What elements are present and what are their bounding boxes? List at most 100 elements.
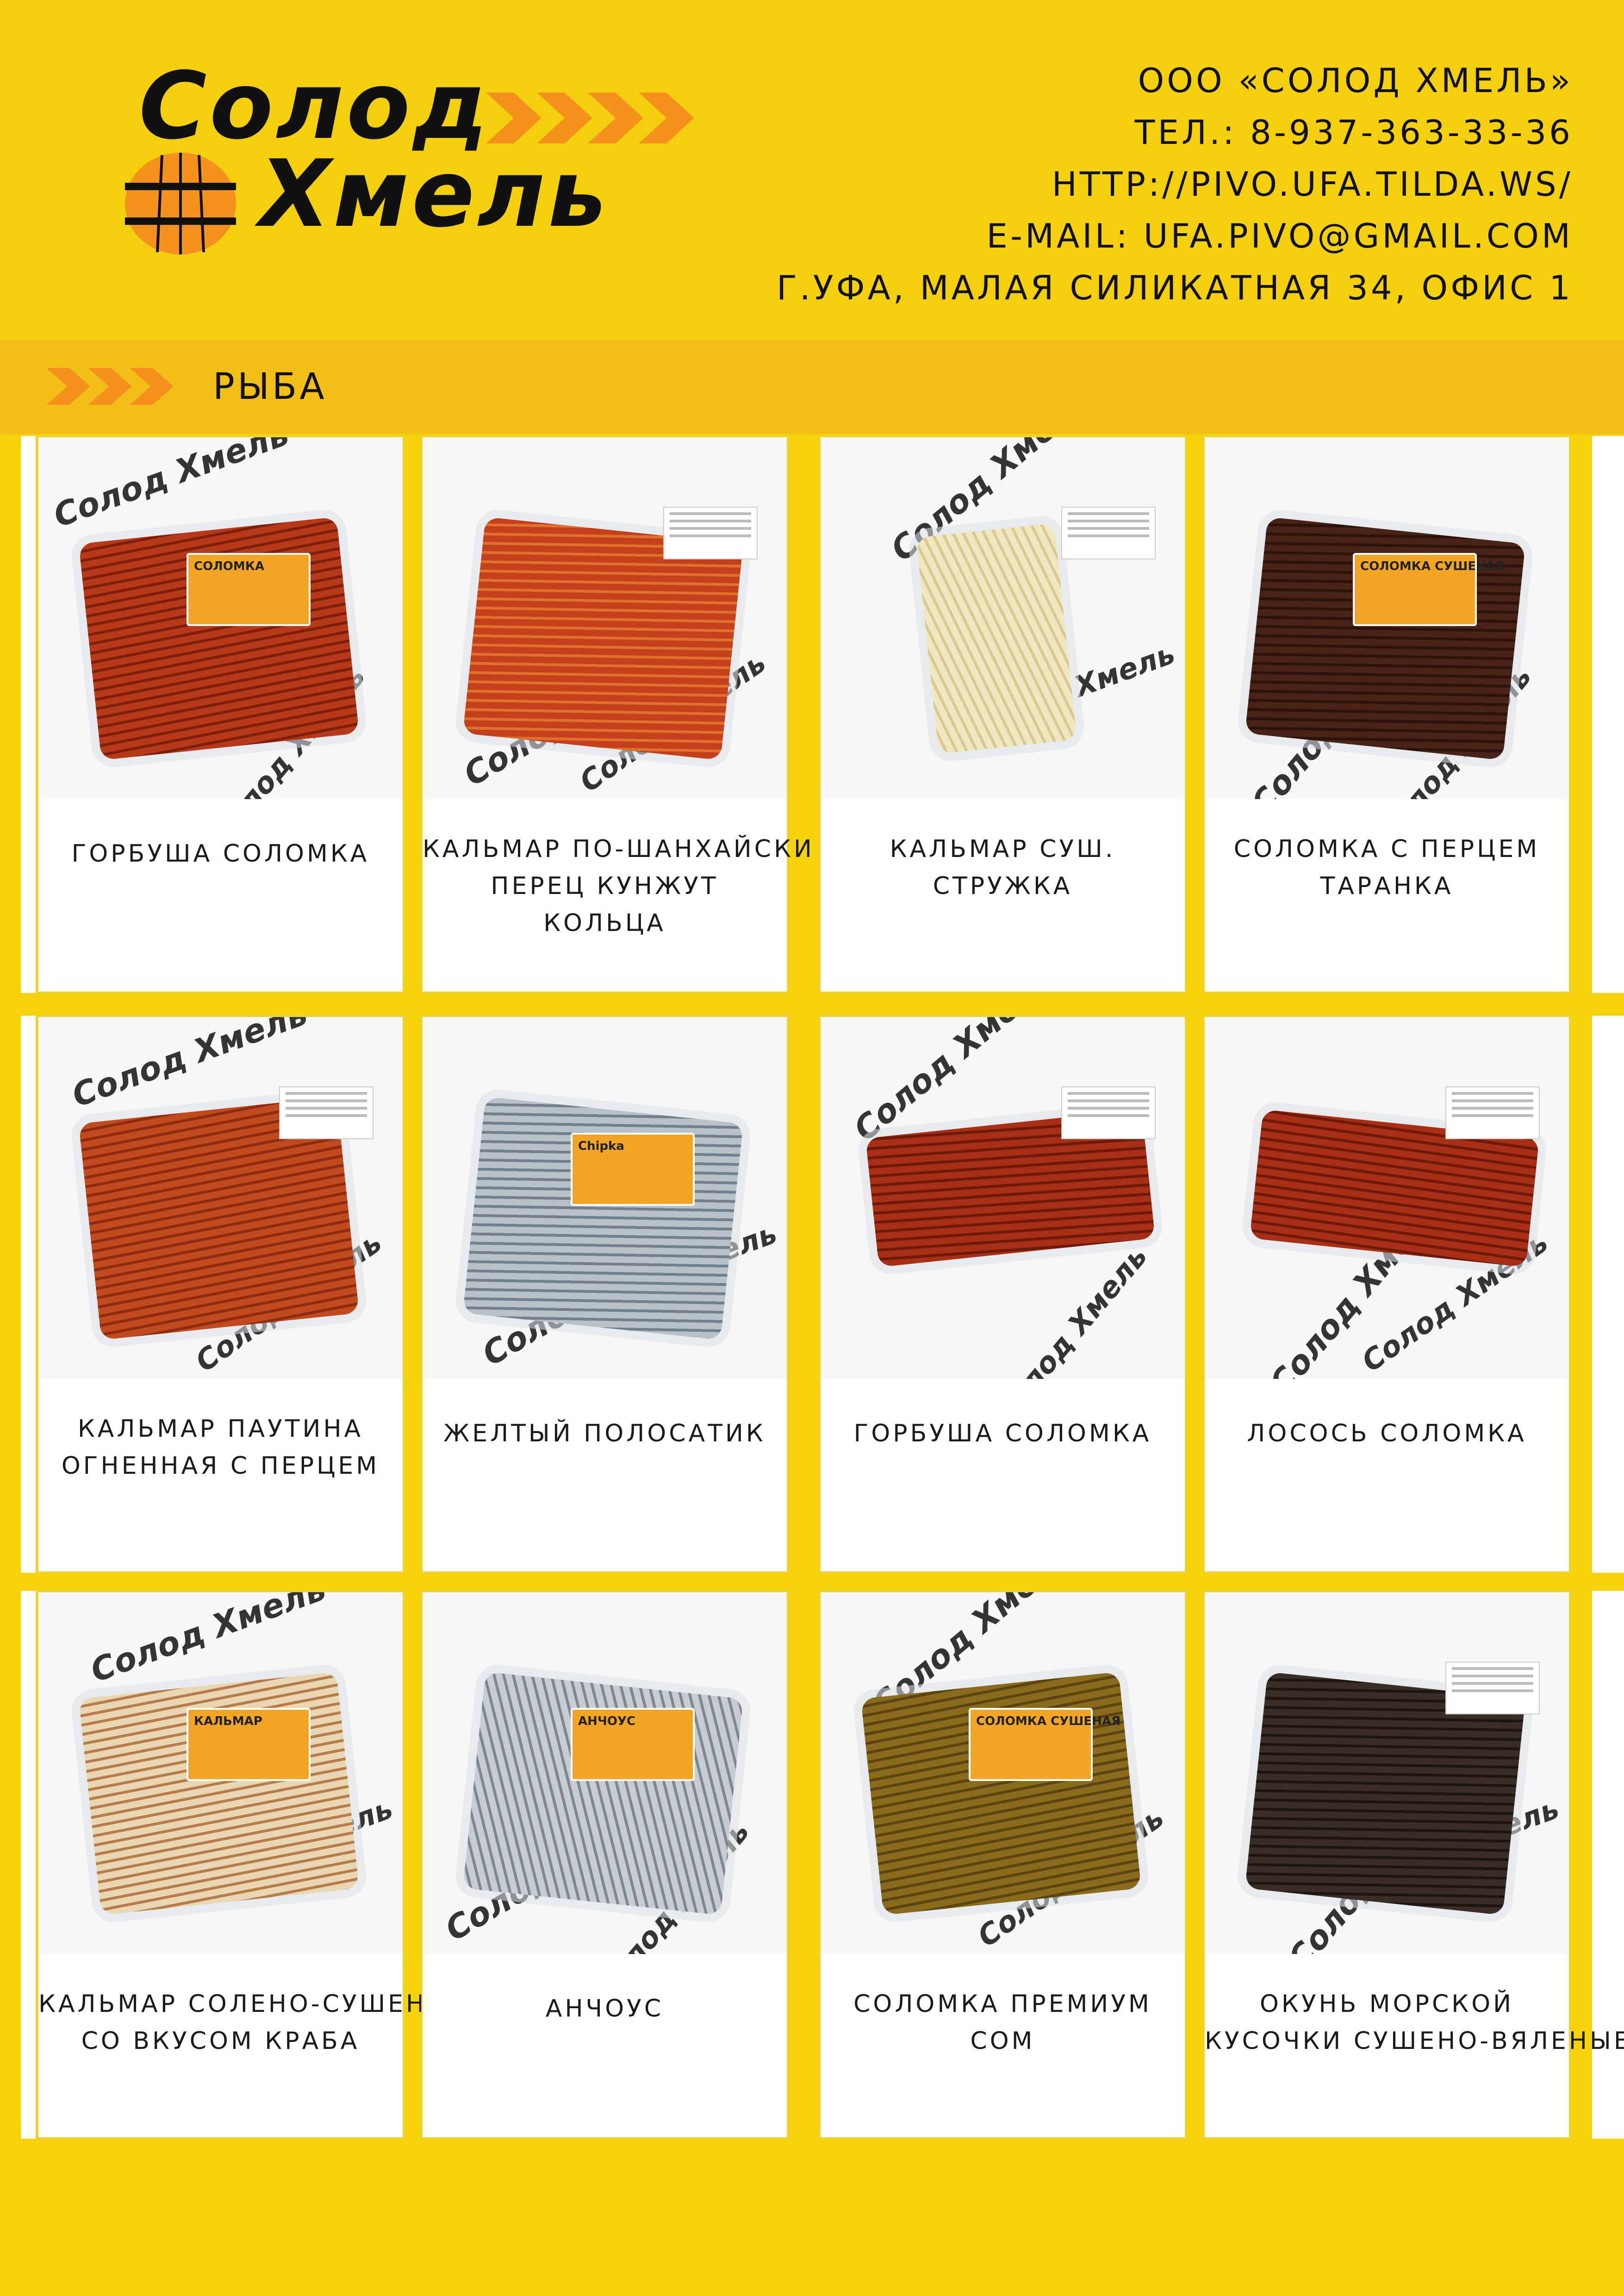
product-name-line: ЖЕЛТЫЙ ПОЛОСАТИК	[443, 1420, 766, 1447]
watermark-logo: Солод Хмель	[67, 1017, 312, 1115]
product-name: КАЛЬМАР СОЛЕНО-СУШЕНЫЙ СО ВКУСОМ КРАБА	[38, 1986, 472, 2060]
side-strip	[21, 1016, 36, 1573]
product-name-line: АНЧОУС	[545, 1995, 664, 2023]
product-name-line: ОГНЕННАЯ С ПЕРЦЕМ	[61, 1452, 380, 1480]
product-card[interactable]: Солод ХмельСолод Хмель КАЛЬМАР ПАУТИНА ОГН…	[37, 1016, 404, 1573]
package-label-text: АНЧОУС	[578, 1714, 636, 1728]
product-card[interactable]: Солод ХмельСолод ХмельКАЛЬМАРКАЛЬМАР СОЛ…	[37, 1591, 472, 2139]
section-bar: РЫБА	[0, 339, 1624, 434]
package-sticker	[663, 507, 758, 559]
barrel-icon	[125, 153, 236, 254]
product-name-line: КАЛЬМАР СУШ.	[890, 835, 1116, 863]
product-name: СОЛОМКА ПРЕМИУМ СОМ	[821, 1986, 1185, 2060]
product-name-line: КУСОЧКИ СУШЕНО-ВЯЛЕНЫЕ	[1205, 2027, 1624, 2055]
phone-number[interactable]: ТЕЛ.: 8-937-363-33-36	[777, 110, 1573, 155]
chevron-arrows-icon	[486, 93, 694, 143]
package-label: СОЛОМКА	[187, 553, 311, 626]
section-title: РЫБА	[213, 366, 327, 408]
product-name-line: СО ВКУСОМ КРАБА	[81, 2027, 360, 2055]
product-name-line: КАЛЬМАР ПАУТИНА	[77, 1415, 364, 1443]
website-link[interactable]: HTTP://PIVO.UFA.TILDA.WS/	[777, 161, 1573, 207]
product-name-line: ЛОСОСЬ СОЛОМКА	[1247, 1420, 1527, 1447]
package-label-text: СОЛОМКА СУШЕНАЯ	[1360, 559, 1505, 573]
header: Солод Хмель ООО «СОЛОД ХМЕЛЬ» ТЕЛ.: 8-93…	[0, 0, 1624, 338]
package-sticker	[1061, 1086, 1156, 1139]
side-strip	[1592, 436, 1624, 993]
product-photo: Солод ХмельСолод ХмельСОЛОМКА СУШЕНАЯ	[1205, 437, 1569, 799]
brand-logo[interactable]: Солод Хмель	[116, 51, 694, 268]
product-name: КАЛЬМАР ПО-ШАНХАЙСКИ ПЕРЕЦ КУНЖУТ КОЛЬЦА	[423, 831, 815, 942]
product-name-line: СОЛОМКА С ПЕРЦЕМ	[1233, 835, 1540, 863]
product-name-line: ГОРБУША СОЛОМКА	[71, 840, 370, 868]
package-label-text: Chipka	[578, 1139, 624, 1153]
product-name: ГОРБУША СОЛОМКА	[38, 835, 403, 872]
product-name-line: ГОРБУША СОЛОМКА	[853, 1420, 1152, 1447]
package-label: СОЛОМКА СУШЕНАЯ	[1353, 553, 1505, 626]
logo-word-2: Хмель	[259, 140, 610, 248]
product-photo: Солод ХмельСолод Хмель	[821, 437, 1185, 799]
company-name: ООО «СОЛОД ХМЕЛЬ»	[1138, 61, 1573, 100]
product-package	[916, 523, 1077, 754]
product-card[interactable]: Солод ХмельСолод ХмельСОЛОМКАГОРБУША СОЛ…	[37, 436, 404, 993]
package-label: СОЛОМКА СУШЕНАЯ	[969, 1708, 1120, 1781]
email-link[interactable]: E-MAIL: UFA.PIVO@GMAIL.COM	[777, 213, 1573, 259]
product-card[interactable]: Солод ХмельСолод Хмель ОКУНЬ МОРСКОЙ КУСОЧ…	[1203, 1591, 1624, 2139]
product-card[interactable]: Солод ХмельСолод ХмельСОЛОМКА СУШЕНАЯСОЛ…	[819, 1591, 1186, 2139]
product-name-line: ТАРАНКА	[1320, 872, 1454, 900]
package-sticker	[1445, 1662, 1540, 1714]
product-grid: Солод ХмельСолод ХмельСОЛОМКАГОРБУША СОЛ…	[0, 436, 1624, 2139]
product-name: КАЛЬМАР СУШ. СТРУЖКА	[821, 831, 1185, 905]
package-sticker	[279, 1086, 373, 1139]
product-name-line: СОЛОМКА ПРЕМИУМ	[853, 1990, 1152, 2018]
product-name: ГОРБУША СОЛОМКА	[821, 1415, 1185, 1452]
watermark-logo: Солод Хмель	[987, 1239, 1154, 1379]
package-label-text: СОЛОМКА СУШЕНАЯ	[976, 1714, 1121, 1728]
package-label-text: КАЛЬМАР	[194, 1714, 262, 1728]
package-label: АНЧОУС	[571, 1708, 695, 1781]
product-name-line: КАЛЬМАР ПО-ШАНХАЙСКИ	[423, 835, 815, 863]
product-name-line: СТРУЖКА	[933, 872, 1073, 900]
watermark-logo: Солод Хмель	[86, 1592, 331, 1690]
product-name-line: ОКУНЬ МОРСКОЙ	[1259, 1990, 1514, 2018]
package-sticker	[1445, 1086, 1540, 1139]
product-name: ЖЕЛТЫЙ ПОЛОСАТИК	[423, 1415, 787, 1452]
logo-word-1: Солод	[139, 52, 491, 160]
product-name: СОЛОМКА С ПЕРЦЕМ ТАРАНКА	[1205, 831, 1569, 905]
product-name: КАЛЬМАР ПАУТИНА ОГНЕННАЯ С ПЕРЦЕМ	[38, 1410, 403, 1484]
chevron-arrows-icon	[46, 368, 174, 405]
package-sticker	[1061, 507, 1156, 559]
product-photo: Солод ХмельСолод ХмельChipka	[423, 1017, 787, 1379]
product-photo: Солод ХмельСолод Хмель	[38, 1017, 403, 1379]
product-photo: Солод ХмельСолод Хмель	[423, 437, 787, 799]
product-photo: Солод ХмельСолод Хмель	[1205, 1017, 1569, 1379]
side-strip	[21, 436, 36, 993]
side-strip	[1592, 1016, 1624, 1573]
address: Г.УФА, МАЛАЯ СИЛИКАТНАЯ 34, ОФИС 1	[776, 268, 1573, 307]
product-name: ЛОСОСЬ СОЛОМКА	[1205, 1415, 1569, 1452]
product-name-line: КАЛЬМАР СОЛЕНО-СУШЕНЫЙ	[38, 1990, 472, 2018]
product-photo: Солод ХмельСолод ХмельКАЛЬМАР	[38, 1592, 403, 1954]
product-card[interactable]: Солод ХмельСолод Хмель КАЛЬМАР ПО-ШАНХАЙС…	[421, 436, 815, 993]
watermark-logo: Солод Хмель	[49, 437, 294, 535]
product-card[interactable]: Солод ХмельСолод ХмельСОЛОМКА СУШЕНАЯСОЛ…	[1203, 436, 1570, 993]
product-name-line: ПЕРЕЦ КУНЖУТ	[491, 872, 719, 900]
product-photo: Солод ХмельСолод Хмель	[1205, 1592, 1569, 1954]
side-strip	[1592, 1591, 1624, 2139]
product-card[interactable]: Солод ХмельСолод ХмельChipka ЖЕЛТЫЙ ПОЛОС…	[421, 1016, 788, 1573]
package-label: КАЛЬМАР	[187, 1708, 311, 1781]
package-label: Chipka	[571, 1133, 695, 1206]
product-card[interactable]: Солод ХмельСолод ХмельАНЧОУСАНЧОУС	[421, 1591, 788, 2139]
product-name: АНЧОУС	[423, 1990, 787, 2027]
product-photo: Солод ХмельСолод ХмельСОЛОМКА	[38, 437, 403, 799]
product-name-line: СОМ	[970, 2027, 1035, 2055]
product-photo: Солод ХмельСолод Хмель	[821, 1017, 1185, 1379]
product-photo: Солод ХмельСолод ХмельАНЧОУС	[423, 1592, 787, 1954]
product-card[interactable]: Солод Хмель Солод Хмель ГОРБУША СОЛОМКА	[819, 1016, 1186, 1573]
product-photo: Солод ХмельСолод ХмельСОЛОМКА СУШЕНАЯ	[821, 1592, 1185, 1954]
contact-block: ООО «СОЛОД ХМЕЛЬ» ТЕЛ.: 8-937-363-33-36 …	[777, 58, 1573, 317]
product-card[interactable]: Солод ХмельСолод Хмель КАЛЬМАР СУШ. СТРУЖК…	[819, 436, 1186, 993]
product-name: ОКУНЬ МОРСКОЙ КУСОЧКИ СУШЕНО-ВЯЛЕНЫЕ	[1205, 1986, 1624, 2060]
product-card[interactable]: Солод Хмель Солод Хмель ЛОСОСЬ СОЛОМКА	[1203, 1016, 1570, 1573]
package-label-text: СОЛОМКА	[194, 559, 265, 573]
side-strip	[21, 1591, 36, 2139]
